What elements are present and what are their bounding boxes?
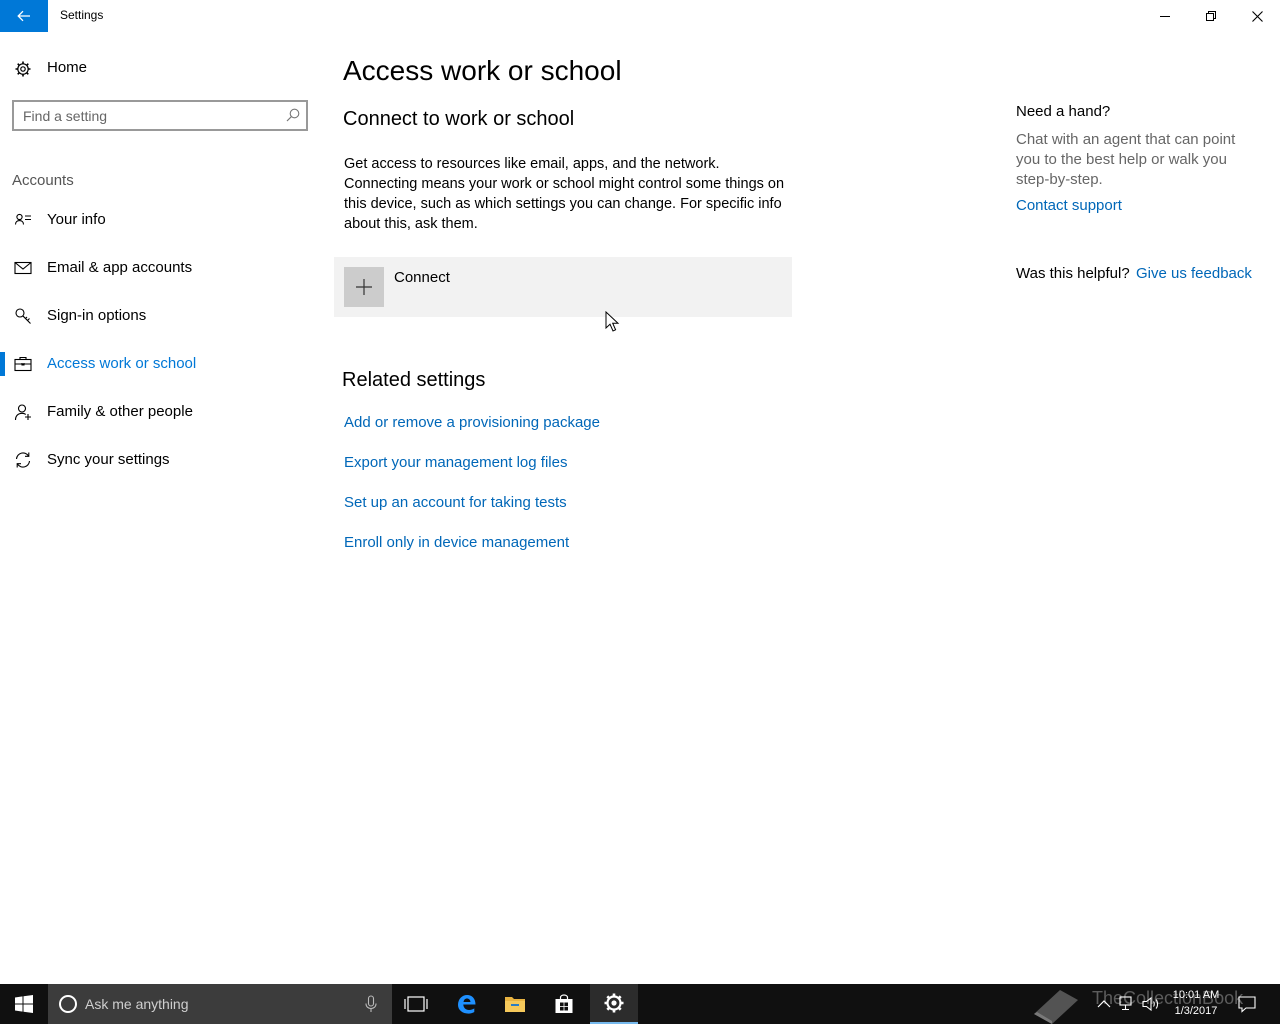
- close-icon: [1251, 10, 1263, 22]
- restore-button[interactable]: [1188, 0, 1234, 32]
- task-view-button[interactable]: [392, 984, 440, 1024]
- settings-search-box[interactable]: [12, 100, 308, 131]
- sidebar-item-sync-settings[interactable]: Sync your settings: [0, 440, 320, 480]
- clock-date: 1/3/2017: [1174, 1005, 1218, 1017]
- section-heading-connect: Connect to work or school: [343, 108, 575, 130]
- active-indicator: [0, 352, 5, 376]
- sync-icon: [15, 452, 31, 468]
- store-button[interactable]: [540, 984, 588, 1024]
- connect-description: Get access to resources like email, apps…: [344, 156, 785, 232]
- task-view-icon: [404, 996, 428, 1012]
- gear-icon: [604, 993, 624, 1013]
- network-icon[interactable]: [1117, 994, 1137, 1014]
- sidebar: Home Accounts Your info Email & app acco…: [0, 32, 320, 984]
- mail-icon: [14, 261, 32, 275]
- home-label: Home: [47, 59, 88, 76]
- sidebar-item-access-work-school[interactable]: Access work or school: [0, 344, 320, 384]
- minimize-button[interactable]: [1142, 0, 1188, 32]
- give-feedback-link[interactable]: Give us feedback: [1136, 265, 1252, 282]
- sidebar-item-email-app-accounts[interactable]: Email & app accounts: [0, 248, 320, 288]
- minimize-icon: [1160, 16, 1170, 17]
- taskbar-clock[interactable]: 10:01 AM 1/3/2017: [1166, 987, 1226, 1019]
- search-icon[interactable]: [286, 108, 300, 122]
- settings-search-input[interactable]: [23, 106, 273, 126]
- action-center-icon[interactable]: [1237, 994, 1257, 1014]
- link-export-management-logs[interactable]: Export your management log files: [344, 454, 567, 471]
- connect-label: Connect: [394, 269, 450, 286]
- file-explorer-button[interactable]: [491, 984, 539, 1024]
- person-add-icon: [14, 404, 31, 421]
- link-account-taking-tests[interactable]: Set up an account for taking tests: [344, 494, 567, 511]
- contact-card-icon: [14, 213, 31, 225]
- edge-browser-button[interactable]: [442, 984, 490, 1024]
- cortana-search-placeholder: Ask me anything: [85, 996, 189, 1012]
- sidebar-item-label: Sign-in options: [47, 307, 147, 324]
- page-title: Access work or school: [343, 55, 622, 86]
- taskbar: Ask me anything TheCollectionBook 10:01 …: [0, 984, 1280, 1024]
- link-enroll-device-management[interactable]: Enroll only in device management: [344, 534, 569, 551]
- sidebar-item-your-info[interactable]: Your info: [0, 200, 320, 240]
- connect-button[interactable]: Connect: [334, 257, 792, 317]
- restore-icon: [1206, 11, 1216, 21]
- contact-support-link[interactable]: Contact support: [1016, 197, 1122, 214]
- clock-time: 10:01 AM: [1172, 989, 1220, 1001]
- windows-logo-icon: [15, 995, 33, 1013]
- back-arrow-icon: [17, 10, 30, 22]
- volume-icon[interactable]: [1141, 994, 1161, 1014]
- chevron-up-icon[interactable]: [1094, 994, 1114, 1014]
- connect-plus-tile: [344, 267, 384, 307]
- title-bar: Settings: [0, 0, 1280, 32]
- gear-icon: [15, 61, 31, 77]
- back-button[interactable]: [0, 0, 48, 32]
- cortana-search-box[interactable]: Ask me anything: [48, 984, 392, 1024]
- briefcase-icon: [14, 356, 32, 372]
- window-title: Settings: [60, 8, 104, 22]
- book-logo-icon: [1034, 990, 1078, 1024]
- was-this-helpful-label: Was this helpful?: [1016, 265, 1130, 282]
- sidebar-item-sign-in-options[interactable]: Sign-in options: [0, 296, 320, 336]
- sidebar-item-family-other-people[interactable]: Family & other people: [0, 392, 320, 432]
- folder-icon: [505, 997, 525, 1012]
- close-button[interactable]: [1234, 0, 1280, 32]
- sidebar-item-label: Sync your settings: [47, 451, 170, 468]
- sidebar-item-label: Email & app accounts: [47, 259, 193, 276]
- related-settings-heading: Related settings: [342, 369, 486, 391]
- store-bag-icon: [555, 994, 573, 1013]
- link-provisioning-package[interactable]: Add or remove a provisioning package: [344, 414, 600, 431]
- settings-taskbar-button[interactable]: [590, 984, 638, 1024]
- cortana-icon: [59, 995, 77, 1013]
- plus-icon: [356, 279, 372, 295]
- mouse-cursor-icon: [605, 311, 620, 332]
- sidebar-item-label: Family & other people: [47, 403, 193, 420]
- microphone-icon[interactable]: [364, 995, 378, 1013]
- accounts-section-label: Accounts: [12, 172, 74, 189]
- home-nav-item[interactable]: Home: [0, 52, 320, 86]
- help-heading: Need a hand?: [1016, 103, 1111, 120]
- edge-browser-icon: [458, 995, 476, 1014]
- key-icon: [15, 308, 31, 324]
- help-description: Chat with an agent that can point you to…: [1016, 131, 1236, 188]
- sidebar-item-label: Your info: [47, 211, 106, 228]
- start-button[interactable]: [0, 984, 48, 1024]
- sidebar-item-label: Access work or school: [47, 355, 197, 372]
